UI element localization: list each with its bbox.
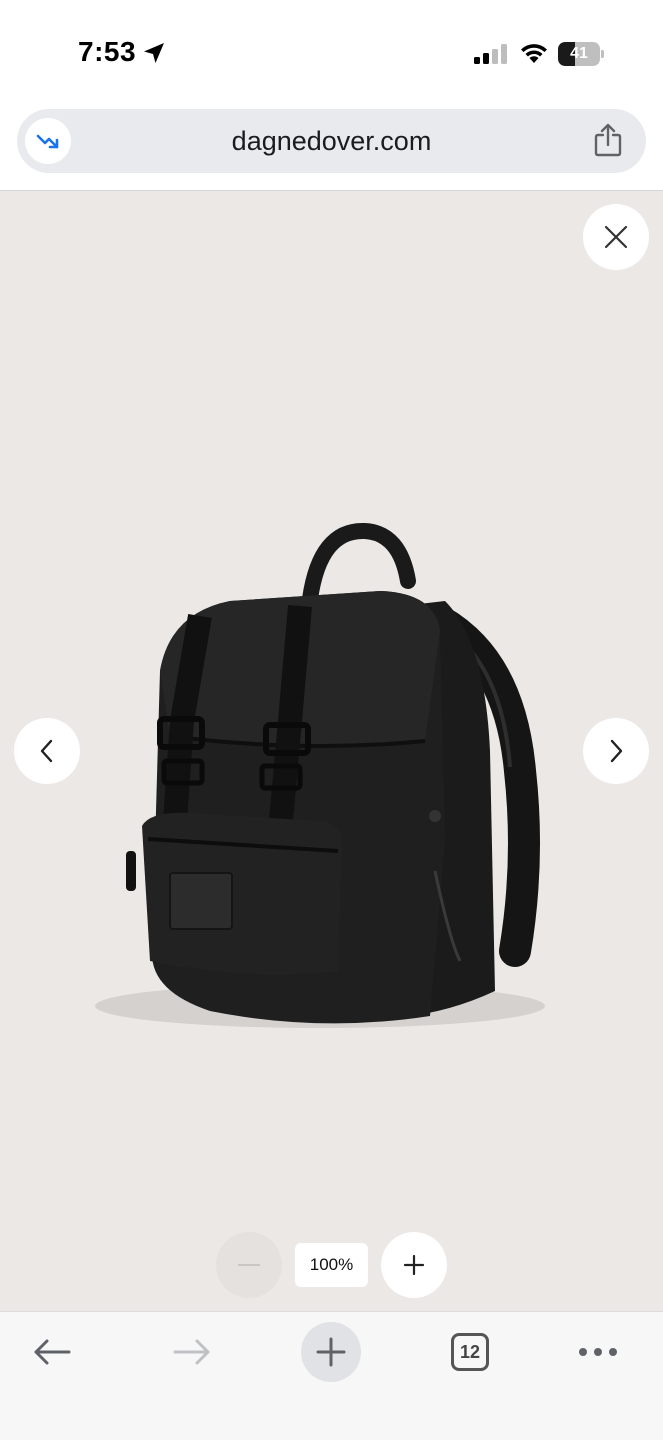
share-icon[interactable] [593,123,623,157]
status-time: 7:53 [78,36,137,67]
trending-down-icon [36,134,59,149]
zoom-out-button[interactable] [216,1232,282,1298]
more-menu-button[interactable] [568,1322,628,1382]
chevron-left-icon [40,739,53,763]
insights-badge[interactable] [25,118,71,164]
next-image-button[interactable] [583,718,649,784]
status-bar: 7:53 41 [0,0,663,100]
tab-count: 12 [451,1333,489,1371]
chevron-right-icon [610,739,623,763]
battery-level: 41 [570,45,588,62]
minus-icon [238,1264,260,1266]
back-arrow-icon [34,1339,71,1365]
backpack-product-image [95,522,545,1028]
url-text[interactable]: dagnedover.com [17,109,646,173]
more-icon [579,1348,617,1356]
new-tab-button[interactable] [301,1322,361,1382]
battery-icon: 41 [558,42,604,66]
close-icon [604,225,628,249]
browser-toolbar: 12 [0,1311,663,1440]
wifi-icon [521,44,547,63]
tab-switcher-button[interactable]: 12 [440,1322,500,1382]
plus-icon [403,1254,425,1276]
close-button[interactable] [583,204,649,270]
location-arrow-icon [144,43,164,63]
zoom-in-button[interactable] [381,1232,447,1298]
back-button[interactable] [22,1322,82,1382]
image-viewer: 100% [0,191,663,1311]
plus-icon [316,1337,346,1367]
previous-image-button[interactable] [14,718,80,784]
zoom-level: 100% [295,1243,368,1287]
address-bar[interactable]: dagnedover.com [17,109,646,173]
cellular-signal-icon [474,44,507,64]
forward-arrow-icon [173,1339,210,1365]
forward-button[interactable] [162,1322,222,1382]
